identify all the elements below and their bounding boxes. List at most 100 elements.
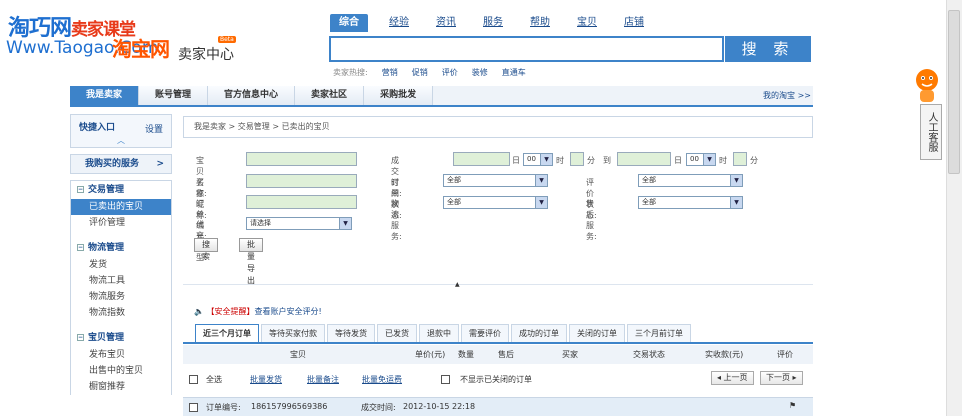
scrollbar-thumb[interactable]: [948, 10, 960, 174]
collapse-icon: −: [77, 334, 84, 341]
col-price: 单价(元): [415, 350, 446, 359]
taobao-logo[interactable]: 淘宝网: [112, 33, 170, 62]
search-tab-shop[interactable]: 店铺: [615, 14, 653, 32]
tab-awaiting-shipment[interactable]: 等待发货: [327, 324, 375, 342]
tab-shipped[interactable]: 已发货: [377, 324, 417, 342]
bought-services[interactable]: 我购买的服务 >: [70, 154, 172, 174]
buyer-input[interactable]: [246, 174, 357, 188]
dropdown-arrow-icon: ▼: [339, 218, 351, 229]
my-taobao-link[interactable]: 我的淘宝 >>: [763, 90, 811, 101]
menu-group-logistics[interactable]: − 物流管理: [71, 239, 171, 257]
flag-icon[interactable]: ⚑: [789, 401, 796, 410]
live-service-button[interactable]: 人工客服: [920, 104, 942, 160]
hour-label: 时: [556, 156, 564, 165]
nav-seller-community[interactable]: 卖家社区: [295, 86, 365, 105]
order-time-label: 成交时间:: [361, 403, 396, 412]
mascot-icon[interactable]: [912, 66, 942, 106]
form-divider: [183, 284, 813, 285]
batch-export-button[interactable]: 批量导出: [239, 238, 263, 285]
menu-group-items[interactable]: − 宝贝管理: [71, 329, 171, 347]
hour-from-select[interactable]: 00 ▼: [523, 153, 553, 166]
hot-term[interactable]: 促销: [412, 67, 428, 78]
dropdown-arrow-icon: ▼: [703, 154, 715, 165]
search-tab-item[interactable]: 宝贝: [568, 14, 606, 32]
prev-page-button[interactable]: ◂ 上一页: [711, 371, 754, 385]
logistics-label: 物流服务:: [391, 199, 402, 241]
aftersale-select[interactable]: 全部 ▼: [638, 196, 743, 209]
hour-to-select[interactable]: 00 ▼: [686, 153, 716, 166]
menu-item-publish[interactable]: 发布宝贝: [71, 347, 171, 363]
item-name-input[interactable]: [246, 152, 357, 166]
tab-needs-review[interactable]: 需要评价: [461, 324, 509, 342]
agent-type-select[interactable]: 请选择 ▼: [246, 217, 352, 230]
search-tab-all[interactable]: 综合: [330, 14, 368, 32]
day-label: 日: [512, 156, 520, 165]
date-from-input[interactable]: [453, 152, 510, 166]
hot-term[interactable]: 评价: [442, 67, 458, 78]
hot-search-label: 卖家热搜:: [333, 68, 368, 77]
tab-closed[interactable]: 关闭的订单: [569, 324, 625, 342]
search-orders-button[interactable]: 搜索: [194, 238, 218, 261]
breadcrumb-link[interactable]: 我是卖家: [194, 122, 226, 131]
breadcrumb-link[interactable]: 交易管理: [238, 122, 270, 131]
chevron-up-icon[interactable]: ︿: [79, 135, 163, 146]
alert-link[interactable]: 查看账户安全评分!: [255, 307, 322, 316]
col-aftersale: 售后: [498, 350, 514, 359]
hour-label: 时: [719, 156, 727, 165]
logistics-select[interactable]: 全部 ▼: [443, 196, 548, 209]
search-tab-news[interactable]: 资讯: [427, 14, 465, 32]
select-all-label: 全选: [206, 375, 222, 384]
menu-group-trade[interactable]: − 交易管理: [71, 181, 171, 199]
col-received: 实收款(元): [705, 350, 744, 359]
order-no-label: 订单编号:: [206, 403, 241, 412]
minute-from-input[interactable]: [570, 152, 584, 166]
nav-official-info[interactable]: 官方信息中心: [208, 86, 296, 105]
dropdown-arrow-icon: ▼: [535, 197, 547, 208]
search-tab-service[interactable]: 服务: [474, 14, 512, 32]
search-tab-help[interactable]: 帮助: [521, 14, 559, 32]
hot-term[interactable]: 装修: [472, 67, 488, 78]
next-page-button[interactable]: 下一页 ▸: [760, 371, 803, 385]
hot-term[interactable]: 直通车: [502, 67, 526, 78]
menu-item-logistics-service[interactable]: 物流服务: [71, 289, 171, 305]
nav-wholesale[interactable]: 采购批发: [364, 86, 434, 105]
hide-closed-checkbox[interactable]: [441, 375, 450, 384]
nav-i-am-seller[interactable]: 我是卖家: [70, 86, 140, 105]
order-checkbox[interactable]: [189, 403, 198, 412]
search-button[interactable]: 搜 索: [725, 36, 811, 62]
date-to-input[interactable]: [617, 152, 671, 166]
order-status-select[interactable]: 全部 ▼: [443, 174, 548, 187]
bought-services-label: 我购买的服务: [85, 159, 140, 169]
batch-ship-link[interactable]: 批量发货: [250, 374, 282, 385]
order-no-input[interactable]: [246, 195, 357, 209]
tab-awaiting-payment[interactable]: 等待买家付款: [261, 324, 325, 342]
nav-account[interactable]: 账号管理: [139, 86, 209, 105]
collapse-icon: −: [77, 186, 84, 193]
select-all-checkbox[interactable]: [189, 375, 198, 384]
breadcrumb-current: 已卖出的宝贝: [281, 122, 330, 131]
minute-to-input[interactable]: [733, 152, 747, 166]
side-menu: − 交易管理 已卖出的宝贝 评价管理 − 物流管理 发货 物流工具 物流服务 物流指…: [70, 180, 172, 395]
search-input[interactable]: [329, 36, 724, 62]
batch-memo-link[interactable]: 批量备注: [307, 374, 339, 385]
menu-item-logistics-index[interactable]: 物流指数: [71, 305, 171, 321]
menu-item-showcase[interactable]: 橱窗推荐: [71, 379, 171, 395]
search-tabs: 综合 经验 资讯 服务 帮助 宝贝 店铺: [330, 14, 662, 32]
batch-free-review-link[interactable]: 批量免运费: [362, 374, 402, 385]
tab-older[interactable]: 三个月前订单: [627, 324, 691, 342]
menu-item-reviews[interactable]: 评价管理: [71, 215, 171, 231]
tab-recent-3-months[interactable]: 近三个月订单: [195, 324, 259, 342]
col-buyer: 买家: [562, 350, 578, 359]
search-tab-experience[interactable]: 经验: [380, 14, 418, 32]
menu-item-logistics-tools[interactable]: 物流工具: [71, 273, 171, 289]
tab-successful[interactable]: 成功的订单: [511, 324, 567, 342]
review-status-select[interactable]: 全部 ▼: [638, 174, 743, 187]
menu-item-on-sale[interactable]: 出售中的宝贝: [71, 363, 171, 379]
collapse-toggle-icon[interactable]: ▲: [455, 281, 460, 288]
hide-closed-label: 不显示已关闭的订单: [460, 375, 532, 384]
tab-refunding[interactable]: 退款中: [419, 324, 459, 342]
shortcut-settings-link[interactable]: 设置: [145, 122, 163, 135]
hot-term[interactable]: 营销: [382, 67, 398, 78]
menu-item-ship[interactable]: 发货: [71, 257, 171, 273]
menu-item-sold[interactable]: 已卖出的宝贝: [71, 199, 171, 215]
